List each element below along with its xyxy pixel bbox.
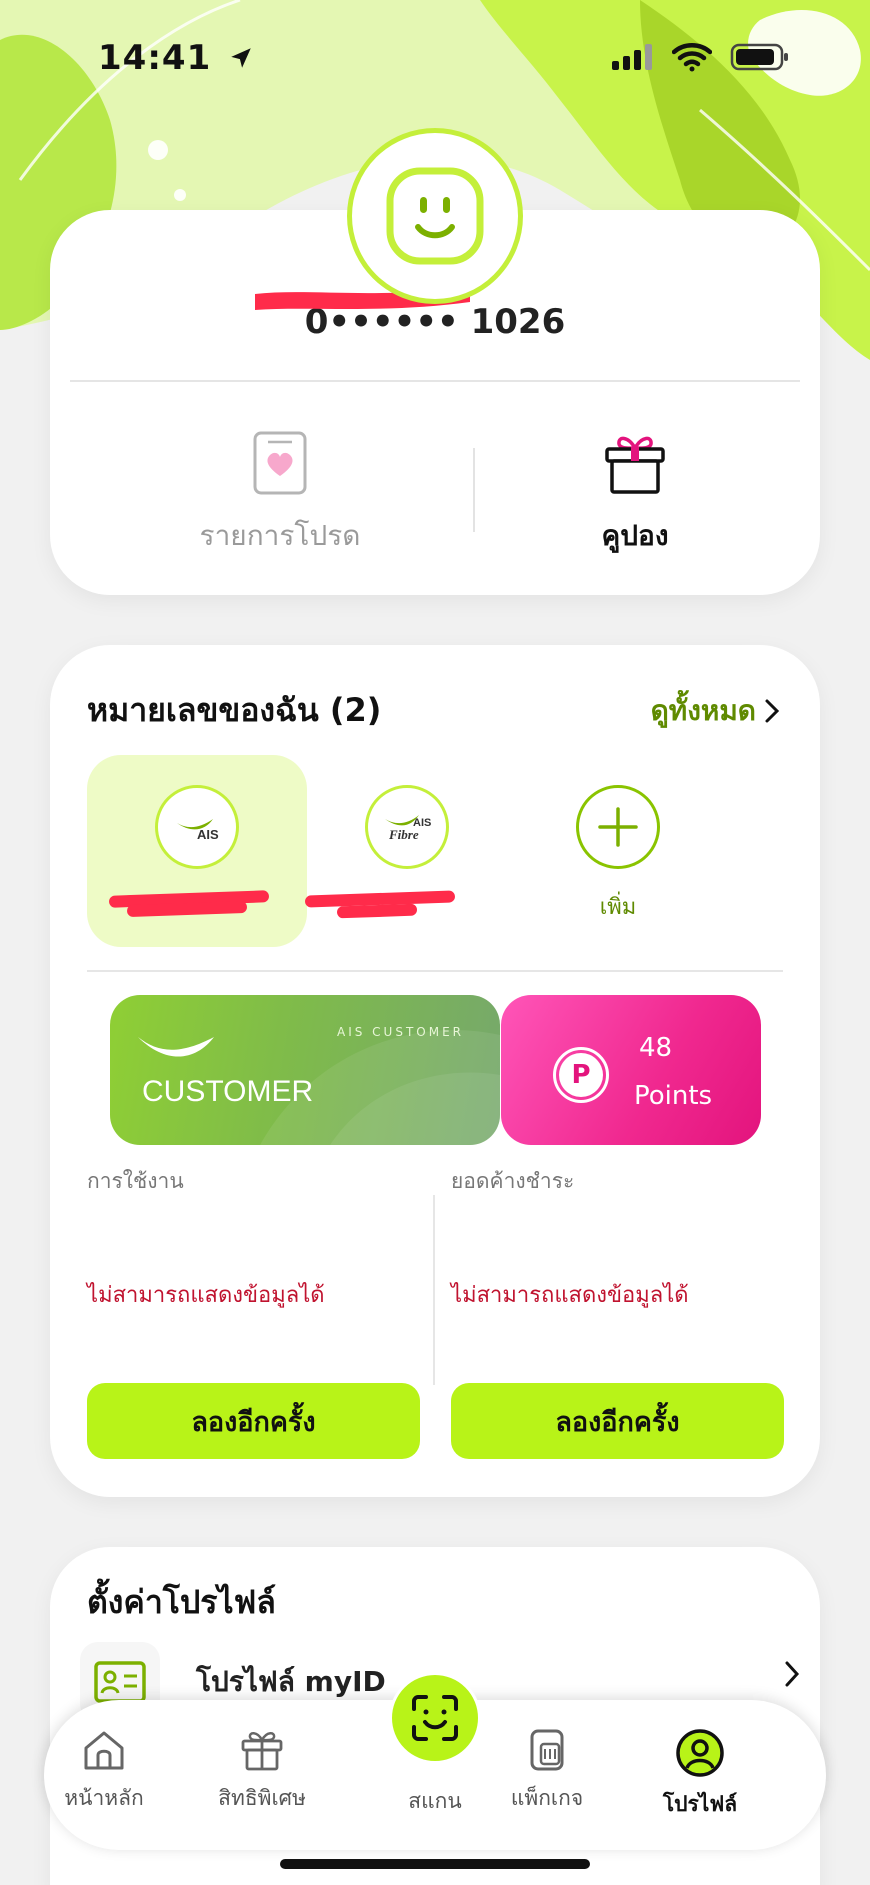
status-time-text: 14:41	[98, 38, 212, 78]
tab-home-label: หน้าหลัก	[64, 1786, 144, 1810]
wishlist-button[interactable]: รายการโปรด	[130, 430, 430, 558]
wishlist-heart-icon	[253, 431, 307, 495]
svg-text:Fibre: Fibre	[388, 827, 419, 842]
number-tile-fibre[interactable]: AIS Fibre	[297, 755, 517, 947]
view-all-label: ดูทั้งหมด	[650, 694, 756, 727]
usage-columns-divider	[433, 1195, 435, 1385]
ais-logo-icon: AIS	[177, 819, 219, 842]
view-all-link[interactable]: ดูทั้งหมด	[651, 689, 780, 733]
tab-privileges[interactable]: สิทธิพิเศษ	[202, 1728, 322, 1815]
points-icon-letter: P	[559, 1053, 603, 1097]
home-icon	[84, 1731, 124, 1770]
number-tile-mobile[interactable]: AIS	[87, 755, 307, 947]
scan-button[interactable]	[389, 1672, 481, 1764]
smiley-avatar-icon	[386, 167, 484, 265]
my-numbers-title: หมายเลขของฉัน (2)	[87, 691, 382, 729]
profile-settings-title: ตั้งค่าโปรไฟล์	[87, 1583, 276, 1621]
sim-package-icon	[530, 1729, 564, 1771]
wishlist-label: รายการโปรด	[199, 519, 361, 552]
usage-retry-button[interactable]: ลองอีกครั้ง	[87, 1383, 420, 1459]
tab-scan-label: สแกน	[408, 1789, 462, 1813]
tab-privileges-label: สิทธิพิเศษ	[218, 1786, 306, 1810]
points-icon: P	[553, 1047, 609, 1103]
usage-label: การใช้งาน	[87, 1169, 184, 1193]
profile-divider	[70, 380, 800, 382]
membership-card-brand: AIS CUSTOMER	[336, 1025, 464, 1039]
balance-retry-button[interactable]: ลองอีกครั้ง	[451, 1383, 784, 1459]
id-card-glyph	[94, 1661, 146, 1703]
points-label: Points	[634, 1081, 713, 1111]
tab-profile[interactable]: โปรไฟล์	[640, 1728, 760, 1821]
outstanding-balance-label: ยอดค้างชำระ	[451, 1169, 575, 1193]
location-arrow-icon	[231, 48, 251, 68]
ais-logo: AIS	[155, 785, 239, 869]
tab-profile-label: โปรไฟล์	[662, 1792, 738, 1816]
membership-customer-card[interactable]: AIS CUSTOMER CUSTOMER	[110, 995, 500, 1145]
card-swoosh-decoration	[138, 1029, 500, 1145]
add-number-label: เพิ่ม	[599, 895, 637, 920]
gift-icon	[605, 436, 665, 494]
chevron-right-icon	[785, 1661, 800, 1687]
ais-fibre-logo-icon: AIS Fibre	[385, 815, 431, 842]
plus-icon	[598, 807, 638, 847]
ais-fibre-logo: AIS Fibre	[365, 785, 449, 869]
redaction-mark	[336, 903, 418, 919]
tab-packages[interactable]: แพ็กเกจ	[487, 1728, 607, 1815]
profile-icon	[676, 1729, 724, 1777]
tab-home[interactable]: หน้าหลัก	[44, 1728, 164, 1815]
chevron-right-icon	[765, 699, 780, 723]
usage-error-text: ไม่สามารถแสดงข้อมูลได้	[87, 1283, 325, 1308]
status-time: 14:41	[98, 38, 254, 78]
add-circle	[576, 785, 660, 869]
tab-packages-label: แพ็กเกจ	[510, 1786, 584, 1810]
coupon-label: คูปอง	[601, 519, 669, 552]
status-indicators	[610, 42, 790, 72]
points-value: 48	[639, 1033, 673, 1063]
avatar[interactable]	[347, 128, 523, 304]
cellular-signal-icon	[612, 44, 652, 70]
coupon-button[interactable]: คูปอง	[485, 430, 785, 558]
scan-face-icon	[412, 1695, 458, 1741]
numbers-divider	[87, 970, 783, 972]
quick-actions-divider	[473, 448, 475, 532]
wifi-icon	[672, 43, 712, 72]
status-bar: 14:41	[0, 0, 870, 110]
home-indicator	[280, 1859, 590, 1869]
membership-tier-label: CUSTOMER	[142, 1075, 314, 1108]
gift-icon	[241, 1732, 283, 1771]
svg-text:AIS: AIS	[197, 827, 219, 842]
add-number-button[interactable]: เพิ่ม	[508, 755, 728, 947]
battery-icon	[730, 43, 788, 71]
my-numbers-card: หมายเลขของฉัน (2) ดูทั้งหมด AIS AIS Fibr…	[50, 645, 820, 1497]
points-card[interactable]: P 48 Points	[501, 995, 761, 1145]
balance-error-text: ไม่สามารถแสดงข้อมูลได้	[451, 1283, 689, 1308]
myid-profile-label: โปรไฟล์ myID	[196, 1665, 386, 1698]
